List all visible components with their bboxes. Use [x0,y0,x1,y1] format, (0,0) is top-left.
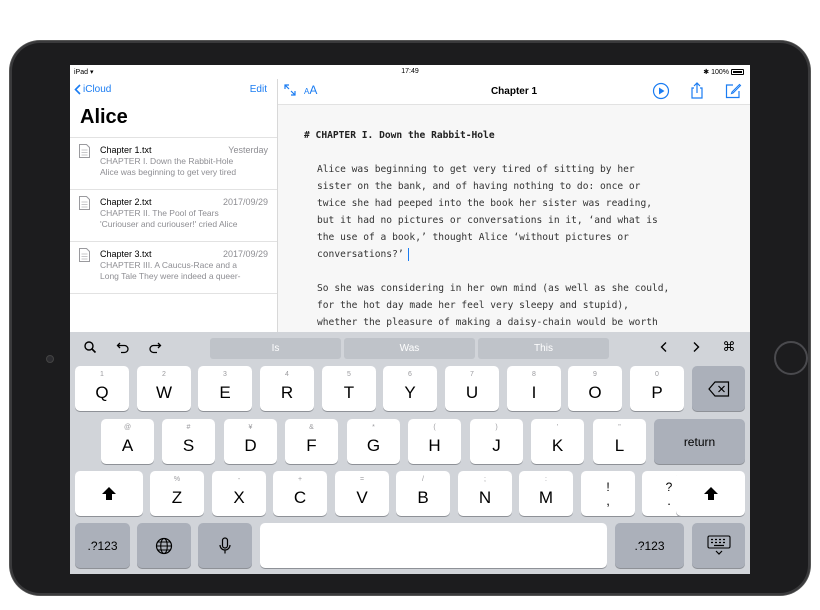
edit-button[interactable]: Edit [250,84,267,95]
key-globe[interactable] [137,523,191,568]
key-q[interactable]: 1Q [75,366,129,411]
suggestion-3[interactable]: This [478,338,609,359]
globe-icon [155,537,173,555]
key-s[interactable]: # S [162,419,215,464]
document-icon [79,248,90,262]
keyboard-dismiss-icon [707,535,731,555]
folder-title: Alice [80,106,128,128]
key-n[interactable]: ; N [458,471,512,516]
status-right: ✱ 100% [703,68,744,76]
key-z[interactable]: % Z [150,471,204,516]
bluetooth-icon: ✱ [703,69,710,76]
key-shift-right[interactable] [676,471,745,516]
paragraph: Alice was beginning to get very tired of… [317,164,658,261]
key-t[interactable]: 5T [322,366,376,411]
key-numbers-right[interactable]: .?123 [615,523,684,568]
shortcut-bar: Is Was This ⌘ [70,332,750,362]
cursor-right-icon[interactable] [689,340,703,354]
key-h[interactable]: (H [408,419,461,464]
key-m[interactable]: :M [519,471,573,516]
redo-icon[interactable] [148,340,162,354]
document-date: 2017/09/29 [222,249,268,259]
key-delete[interactable] [692,366,745,411]
search-icon[interactable] [83,340,97,354]
play-icon[interactable] [652,82,670,100]
key-p[interactable]: 0P [630,366,684,411]
document-name: Chapter 3.txt [100,249,152,259]
battery-icon [731,69,744,75]
suggestion-1[interactable]: Is [210,338,341,359]
home-button[interactable] [774,341,808,375]
key-k[interactable]: ' K [531,419,584,464]
back-button[interactable]: iCloud [74,84,111,95]
status-bar: iPad ▾ 17:49 ✱ 100% [70,65,750,79]
delete-icon [708,381,730,397]
document-date: Yesterday [228,145,268,155]
key-i[interactable]: 8I [507,366,561,411]
document-date: 2017/09/29 [222,197,268,207]
chapter-heading: # CHAPTER I. Down the Rabbit-Hole [304,130,495,141]
front-camera [46,355,54,363]
key-y[interactable]: 6Y [383,366,437,411]
key-return[interactable]: return [654,419,745,464]
document-icon [79,196,90,210]
key-x[interactable]: -X [212,471,266,516]
key-g[interactable]: * G [347,419,400,464]
back-label: iCloud [83,84,112,95]
key-space[interactable] [260,523,607,568]
command-icon[interactable]: ⌘ [722,340,736,354]
battery-percent: 100% [711,68,729,76]
document-name: Chapter 2.txt [100,197,152,207]
key-v[interactable]: = V [335,471,389,516]
key-dictation[interactable] [198,523,252,568]
microphone-icon [219,537,231,554]
key-l[interactable]: " L [593,419,646,464]
document-sidebar: iCloud Edit Alice Chapter 1.txt Yesterda… [70,79,278,332]
toolbar-actions [652,82,742,100]
key-d[interactable]: ¥ D [224,419,277,464]
key-exclamation-comma[interactable]: !, [581,471,635,516]
document-name: Chapter 1.txt [100,145,152,155]
document-preview: CHAPTER II. The Pool of Tears 'Curiouser … [100,208,238,229]
screen: iPad ▾ 17:49 ✱ 100% iCloud Edit Alice Ch… [70,65,750,574]
cursor-left-icon[interactable] [657,340,671,354]
key-numbers-left[interactable]: .?123 [75,523,130,568]
text-editor[interactable]: AA Chapter 1 # CHAPTER I. Down the Rabbi… [278,79,750,332]
list-item[interactable]: Chapter 1.txt Yesterday CHAPTER I. Down … [70,138,277,190]
key-w[interactable]: 2W [137,366,191,411]
key-b[interactable]: / B [396,471,450,516]
undo-icon[interactable] [116,340,130,354]
document-icon [79,144,90,158]
key-r[interactable]: 4R [260,366,314,411]
paragraph: So she was considering in her own mind (… [317,283,670,328]
key-o[interactable]: 9O [568,366,622,411]
document-preview: CHAPTER III. A Caucus-Race and a Long Tal… [100,260,241,281]
editor-content[interactable]: # CHAPTER I. Down the Rabbit-Hole Alice … [304,127,744,348]
text-cursor [407,247,409,261]
document-list: Chapter 1.txt Yesterday CHAPTER I. Down … [70,137,277,294]
chevron-left-icon [74,84,81,95]
editor-toolbar: AA Chapter 1 [278,79,750,105]
compose-icon[interactable] [724,82,742,100]
key-c[interactable]: + C [273,471,327,516]
key-a[interactable]: @ A [101,419,154,464]
key-u[interactable]: 7U [445,366,499,411]
shift-icon [102,487,116,500]
status-time: 17:49 [401,68,419,75]
share-icon[interactable] [688,82,706,100]
key-shift-left[interactable] [75,471,143,516]
key-j[interactable]: ) J [470,419,523,464]
key-e[interactable]: 3E [198,366,252,411]
key-hide-keyboard[interactable] [692,523,745,568]
onscreen-keyboard: Is Was This ⌘ 1Q 2W 3E 4R 5T 6Y 7U 8I 9O… [70,332,750,574]
document-preview: CHAPTER I. Down the Rabbit-Hole Alice was… [100,156,237,177]
list-item[interactable]: Chapter 3.txt 2017/09/29 CHAPTER III. A … [70,242,277,294]
suggestion-2[interactable]: Was [344,338,475,359]
shift-icon [704,487,718,500]
list-item[interactable]: Chapter 2.txt 2017/09/29 CHAPTER II. The… [70,190,277,242]
key-f[interactable]: & F [285,419,338,464]
